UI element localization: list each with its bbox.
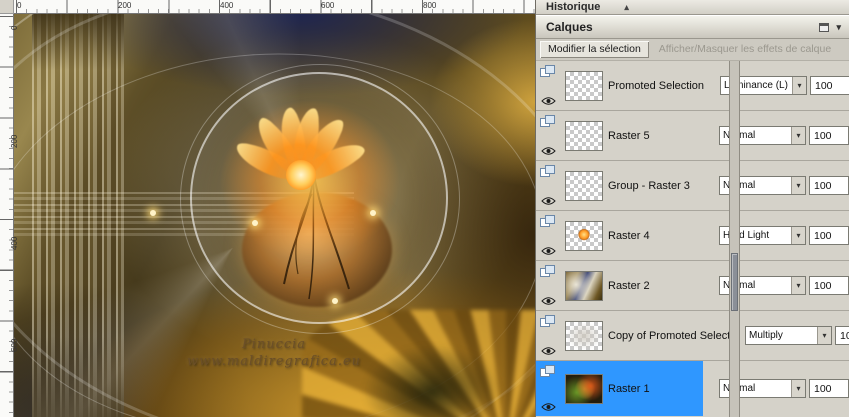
chevron-down-icon: ▾ [817, 327, 831, 344]
vertical-ruler: 0 200 400 600 [0, 14, 19, 417]
layer-group-icon [540, 165, 556, 178]
layer-name: Raster 2 [608, 279, 650, 292]
layer-row[interactable]: Group - Raster 3 Normal ▾ 100 [536, 161, 849, 211]
layer-thumbnail [565, 320, 603, 351]
layer-icon [540, 115, 556, 128]
ruler-label: 0 [17, 1, 22, 10]
history-panel-title: Historique [546, 1, 601, 13]
blend-mode-value: Multiply [749, 330, 783, 341]
chevron-down-icon: ▾ [791, 177, 805, 194]
chevron-down-icon: ▾ [791, 127, 805, 144]
canvas[interactable]: Pinuccia www.maldiregrafica.eu [14, 14, 535, 417]
visibility-eye-icon[interactable] [541, 96, 556, 106]
layers-panel-title: Calques [546, 20, 593, 34]
layer-select-area[interactable]: Copy of Promoted Selection [536, 311, 729, 360]
horizontal-ruler: 0 200 400 600 800 [14, 0, 535, 14]
chevron-down-icon: ▾ [791, 227, 805, 244]
layer-thumbnail [565, 170, 603, 201]
chevron-down-icon: ▾ [791, 277, 805, 294]
history-panel-header[interactable]: Historique ▴ [536, 0, 849, 15]
layer-name: Promoted Selection [608, 79, 704, 92]
watermark-name: Pinuccia [241, 337, 307, 352]
layer-select-area[interactable]: Raster 1 [536, 361, 703, 416]
visibility-eye-icon[interactable] [541, 246, 556, 256]
layer-row[interactable]: Promoted Selection Luminance (L) ▾ 100 [536, 61, 849, 111]
layer-list-scrollbar[interactable] [729, 61, 740, 417]
visibility-eye-icon[interactable] [541, 146, 556, 156]
chevron-down-icon: ▾ [792, 77, 806, 94]
visibility-eye-icon[interactable] [541, 296, 556, 306]
layer-icon [540, 215, 556, 228]
layer-name: Raster 5 [608, 129, 650, 142]
ruler-label: 200 [118, 1, 132, 10]
ruler-label: 400 [10, 236, 19, 250]
layer-thumbnail [565, 120, 603, 151]
artwork-sparkle [150, 210, 156, 216]
panel-menu-icon[interactable] [819, 22, 830, 32]
opacity-field[interactable]: 100 [809, 379, 849, 398]
right-panel: Historique ▴ Calques ▾ Modifier la sélec… [535, 0, 849, 417]
layer-thumbnail [565, 220, 603, 251]
layer-name: Raster 4 [608, 229, 650, 242]
watermark: Pinuccia www.maldiregrafica.eu [164, 336, 384, 370]
blend-mode-dropdown[interactable]: Multiply ▾ [745, 326, 832, 345]
layer-select-area[interactable]: Raster 5 [536, 111, 703, 160]
layer-name: Group - Raster 3 [608, 179, 690, 192]
scrollbar-thumb[interactable] [731, 253, 738, 311]
layer-select-area[interactable]: Raster 4 [536, 211, 703, 260]
artwork-sparkle [252, 220, 258, 226]
layer-row[interactable]: Raster 2 Normal ▾ 100 [536, 261, 849, 311]
layers-panel-header[interactable]: Calques ▾ [536, 15, 849, 39]
artwork-sparkle [370, 210, 376, 216]
ruler-label: 200 [10, 134, 19, 148]
layer-thumbnail [565, 270, 603, 301]
opacity-field[interactable]: 100 [835, 326, 849, 345]
collapse-arrow-icon[interactable]: ▴ [624, 2, 629, 12]
layer-row[interactable]: Raster 4 Hard Light ▾ 100 [536, 211, 849, 261]
chevron-down-icon: ▾ [791, 380, 805, 397]
opacity-field[interactable]: 100 [809, 226, 849, 245]
ruler-label: 800 [423, 1, 437, 10]
opacity-field[interactable]: 100 [809, 126, 849, 145]
layer-name: Copy of Promoted Selection [608, 329, 729, 342]
opacity-field[interactable]: 100 [810, 76, 849, 95]
layer-icon [540, 365, 556, 378]
layer-icon [540, 265, 556, 278]
layer-row-selected[interactable]: Raster 1 Normal ▾ 100 [536, 361, 849, 416]
visibility-eye-icon[interactable] [541, 402, 556, 412]
tab-toggle-layer-effects[interactable]: Afficher/Masquer les effets de calque [659, 41, 839, 58]
artwork-sparkle [332, 298, 338, 304]
ruler-label: 600 [321, 1, 335, 10]
ruler-label: 0 [10, 25, 19, 30]
layer-icon [540, 65, 556, 78]
artwork-flower-core [286, 160, 316, 190]
layer-row[interactable]: Copy of Promoted Selection Multiply ▾ 10… [536, 311, 849, 361]
chevron-down-icon[interactable]: ▾ [836, 22, 841, 32]
layer-name: Raster 1 [608, 382, 650, 395]
ruler-label: 400 [220, 1, 234, 10]
layer-icon [540, 315, 556, 328]
layer-thumbnail [565, 70, 603, 101]
layer-row[interactable]: Raster 5 Normal ▾ 100 [536, 111, 849, 161]
layers-toolbar: Modifier la sélection Afficher/Masquer l… [536, 39, 849, 61]
opacity-field[interactable]: 100 [809, 276, 849, 295]
tab-modify-selection[interactable]: Modifier la sélection [540, 41, 649, 58]
ruler-label: 600 [10, 338, 19, 352]
watermark-url: www.maldiregrafica.eu [186, 354, 362, 369]
opacity-field[interactable]: 100 [809, 176, 849, 195]
layer-select-area[interactable]: Promoted Selection [536, 61, 704, 110]
layer-select-area[interactable]: Group - Raster 3 [536, 161, 703, 210]
visibility-eye-icon[interactable] [541, 346, 556, 356]
layer-select-area[interactable]: Raster 2 [536, 261, 703, 310]
visibility-eye-icon[interactable] [541, 196, 556, 206]
layer-thumbnail [565, 373, 603, 404]
layer-list: Promoted Selection Luminance (L) ▾ 100 R… [536, 61, 849, 417]
ruler-corner [0, 0, 14, 14]
app-window: 0 200 400 600 800 0 200 400 600 Pinuccia… [0, 0, 849, 417]
